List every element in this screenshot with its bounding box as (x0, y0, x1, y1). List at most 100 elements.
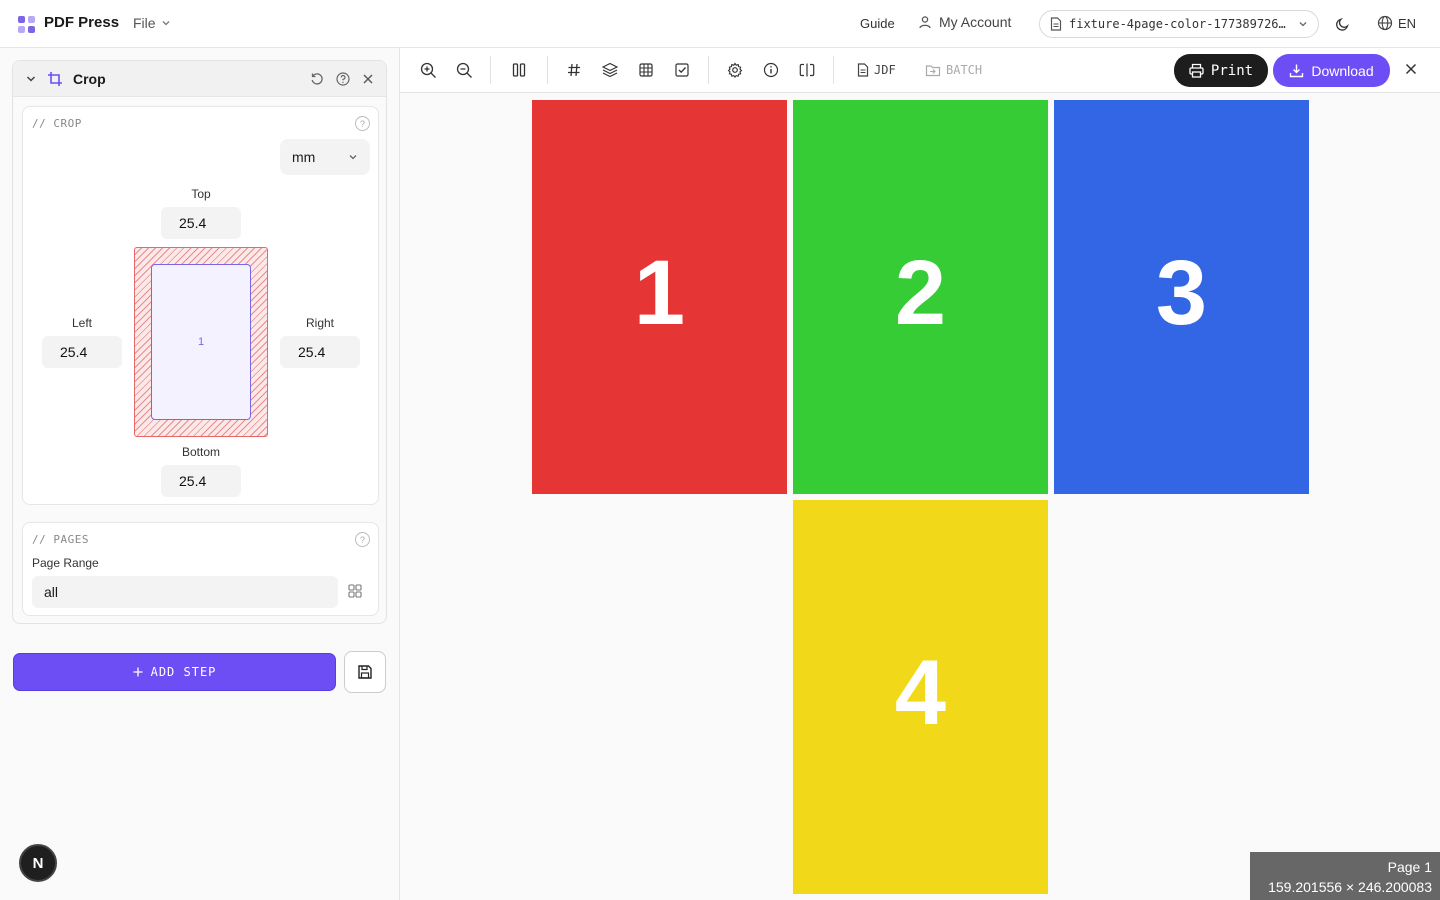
page-number: 1 (633, 241, 686, 344)
save-button[interactable] (344, 651, 386, 693)
guide-link[interactable]: Guide (860, 16, 895, 31)
grid-icon[interactable] (348, 584, 362, 598)
document-icon (1050, 17, 1062, 31)
help-icon[interactable]: ? (355, 116, 370, 131)
chevron-down-icon (349, 155, 357, 160)
settings-button[interactable] (726, 61, 744, 79)
sidebar: Crop // CROP ? mm Top 25.4 Left 25.4 Rig… (0, 48, 400, 900)
table-icon (639, 63, 653, 77)
page-thumbnail[interactable]: 2 (793, 100, 1048, 494)
chevron-down-icon[interactable] (25, 73, 37, 85)
viewer-toolbar: JDF BATCH Print Download (400, 48, 1440, 93)
add-step-button[interactable]: ADD STEP (13, 653, 336, 691)
crop-section: // CROP ? mm Top 25.4 Left 25.4 Right 25… (22, 106, 379, 505)
batch-button[interactable]: BATCH (925, 63, 982, 77)
hash-icon (568, 63, 580, 77)
crop-icon (48, 71, 62, 86)
language-selector[interactable]: EN (1377, 15, 1416, 31)
logo-square (28, 26, 35, 33)
download-label: Download (1311, 62, 1374, 79)
chevron-down-icon (162, 21, 170, 26)
page-info-title: Page 1 (1387, 859, 1432, 875)
zoom-out-button[interactable] (455, 61, 473, 79)
app-logo-icon (18, 16, 35, 33)
logo-square (28, 16, 35, 23)
page-number: 4 (894, 641, 947, 744)
info-button[interactable] (762, 61, 780, 79)
batch-icon (925, 65, 941, 77)
check-square-icon (675, 63, 689, 77)
jdf-button[interactable]: JDF (857, 63, 896, 77)
brand-name[interactable]: PDF Press (44, 14, 119, 31)
columns-icon (512, 63, 526, 77)
page-numbers-button[interactable] (565, 61, 583, 79)
table-grid-button[interactable] (637, 61, 655, 79)
jdf-label: JDF (874, 63, 896, 77)
page-number: 3 (1155, 241, 1208, 344)
pages-section-title: // PAGES (32, 533, 89, 546)
chevron-down-icon (1299, 22, 1307, 27)
reset-icon[interactable] (310, 72, 324, 86)
n-badge[interactable]: N (19, 844, 57, 882)
add-step-label: ADD STEP (150, 665, 217, 679)
step-header[interactable]: Crop (13, 61, 386, 97)
help-icon[interactable]: ? (355, 532, 370, 547)
logo-square (18, 16, 25, 23)
page-thumbnail[interactable]: 3 (1054, 100, 1309, 494)
globe-icon (1377, 15, 1393, 31)
download-icon (1290, 64, 1304, 78)
download-button[interactable]: Download (1273, 54, 1390, 87)
page-range-input[interactable]: all (32, 576, 338, 608)
zoom-in-icon (420, 62, 436, 78)
layers-icon (602, 62, 618, 78)
language-label: EN (1398, 15, 1417, 31)
page-canvas: 1 2 3 4 (400, 93, 1440, 900)
crop-preview: 1 (134, 247, 268, 437)
pages-section: // PAGES ? Page Range all (22, 522, 379, 616)
dark-mode-toggle[interactable] (1335, 16, 1351, 37)
file-selector[interactable]: fixture-4page-color-177389726… (1039, 10, 1319, 38)
toolbar-divider (547, 56, 548, 84)
print-button[interactable]: Print (1174, 54, 1268, 87)
page-thumbnail[interactable]: 1 (532, 100, 787, 494)
top-input[interactable]: 25.4 (161, 207, 241, 239)
crop-preview-page: 1 (151, 264, 251, 420)
toolbar-divider (833, 56, 834, 84)
split-view-icon (799, 63, 815, 77)
bottom-input[interactable]: 25.4 (161, 465, 241, 497)
help-icon[interactable] (336, 71, 350, 86)
checkbox-button[interactable] (673, 61, 691, 79)
page-thumbnail[interactable]: 4 (793, 500, 1048, 894)
layers-button[interactable] (601, 61, 619, 79)
right-input[interactable]: 25.4 (280, 336, 360, 368)
top-label: Top (191, 187, 211, 201)
right-label: Right (305, 316, 334, 330)
zoom-in-button[interactable] (419, 61, 437, 79)
toolbar-divider (490, 56, 491, 84)
compare-button[interactable] (798, 61, 816, 79)
batch-label: BATCH (946, 63, 983, 77)
info-icon (763, 62, 779, 78)
my-account-label: My Account (939, 14, 1012, 30)
save-icon (358, 665, 372, 679)
close-icon[interactable] (362, 73, 374, 85)
close-viewer-button[interactable] (1404, 62, 1418, 81)
crop-section-title: // CROP (32, 117, 82, 130)
plus-icon (133, 667, 143, 677)
print-label: Print (1210, 62, 1254, 79)
moon-icon (1336, 18, 1349, 31)
crop-step-card: Crop // CROP ? mm Top 25.4 Left 25.4 Rig… (12, 60, 387, 624)
file-menu[interactable]: File (133, 15, 171, 31)
unit-value: mm (292, 149, 316, 165)
close-icon (1405, 63, 1417, 75)
page-info-overlay: Page 1 159.201556 × 246.200083 (1250, 852, 1440, 900)
file-name: fixture-4page-color-177389726… (1069, 17, 1286, 31)
document-icon (857, 63, 869, 77)
file-menu-label: File (133, 15, 156, 31)
my-account-button[interactable]: My Account (918, 14, 1011, 30)
columns-view-button[interactable] (510, 61, 528, 79)
page-range-label: Page Range (32, 556, 99, 570)
unit-select[interactable]: mm (280, 139, 370, 175)
left-input[interactable]: 25.4 (42, 336, 122, 368)
top-bar: PDF Press File Guide My Account fixture-… (0, 0, 1440, 48)
